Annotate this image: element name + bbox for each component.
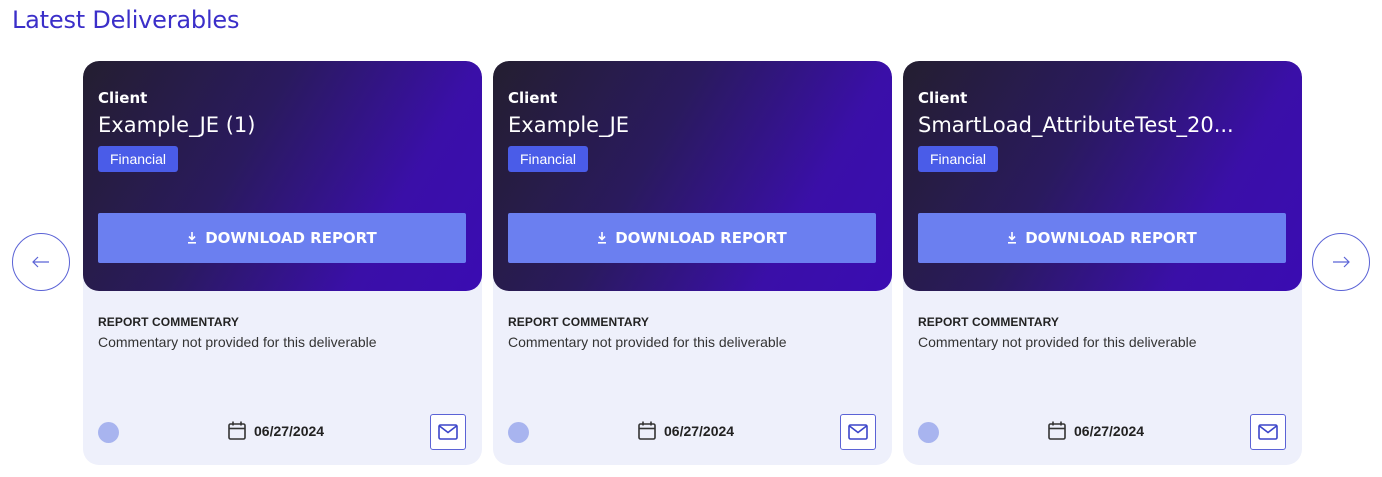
carousel-next-button[interactable] [1312, 233, 1370, 291]
calendar-icon [228, 421, 246, 440]
category-tag: Financial [918, 146, 999, 172]
card-header: Client SmartLoad_AttributeTest_20... Fin… [903, 61, 1302, 291]
status-dot [98, 422, 119, 443]
download-report-label: DOWNLOAD REPORT [615, 229, 787, 247]
status-dot [918, 422, 939, 443]
commentary-text: Commentary not provided for this deliver… [508, 334, 787, 350]
calendar-icon [638, 421, 656, 440]
commentary-text: Commentary not provided for this deliver… [98, 334, 377, 350]
commentary-label: REPORT COMMENTARY [98, 315, 240, 329]
calendar-icon [1048, 421, 1066, 440]
commentary-label: REPORT COMMENTARY [918, 315, 1060, 329]
date-display: 06/27/2024 [228, 421, 324, 440]
mail-icon [1258, 424, 1278, 440]
commentary-label: REPORT COMMENTARY [508, 315, 650, 329]
download-report-label: DOWNLOAD REPORT [1025, 229, 1197, 247]
download-icon [1008, 232, 1017, 244]
deliverable-card: Client SmartLoad_AttributeTest_20... Fin… [903, 61, 1302, 465]
download-icon [188, 232, 197, 244]
page-title: Latest Deliverables [12, 6, 240, 34]
email-button[interactable] [1250, 414, 1286, 450]
mail-icon [848, 424, 868, 440]
client-name: SmartLoad_AttributeTest_20... [918, 113, 1234, 137]
email-button[interactable] [840, 414, 876, 450]
arrow-left-icon [32, 256, 49, 268]
client-name: Example_JE (1) [98, 113, 256, 137]
date-display: 06/27/2024 [1048, 421, 1144, 440]
download-report-label: DOWNLOAD REPORT [205, 229, 377, 247]
client-label: Client [98, 89, 148, 107]
commentary-text: Commentary not provided for this deliver… [918, 334, 1197, 350]
email-button[interactable] [430, 414, 466, 450]
status-dot [508, 422, 529, 443]
client-name: Example_JE [508, 113, 630, 137]
category-tag: Financial [508, 146, 589, 172]
mail-icon [438, 424, 458, 440]
card-header: Client Example_JE (1) Financial DOWNLOAD… [83, 61, 482, 291]
deliverable-date: 06/27/2024 [1074, 422, 1145, 439]
category-tag: Financial [98, 146, 179, 172]
deliverable-card: Client Example_JE Financial DOWNLOAD REP… [493, 61, 892, 465]
deliverable-card: Client Example_JE (1) Financial DOWNLOAD… [83, 61, 482, 465]
deliverables-carousel: Client Example_JE (1) Financial DOWNLOAD… [83, 61, 1302, 465]
client-label: Client [918, 89, 968, 107]
deliverable-date: 06/27/2024 [254, 422, 325, 439]
download-report-button[interactable]: DOWNLOAD REPORT [508, 213, 876, 263]
carousel-prev-button[interactable] [12, 233, 70, 291]
download-icon [598, 232, 607, 244]
client-label: Client [508, 89, 558, 107]
card-header: Client Example_JE Financial DOWNLOAD REP… [493, 61, 892, 291]
arrow-right-icon [1333, 256, 1350, 268]
download-report-button[interactable]: DOWNLOAD REPORT [918, 213, 1286, 263]
date-display: 06/27/2024 [638, 421, 734, 440]
deliverable-date: 06/27/2024 [664, 422, 735, 439]
download-report-button[interactable]: DOWNLOAD REPORT [98, 213, 466, 263]
